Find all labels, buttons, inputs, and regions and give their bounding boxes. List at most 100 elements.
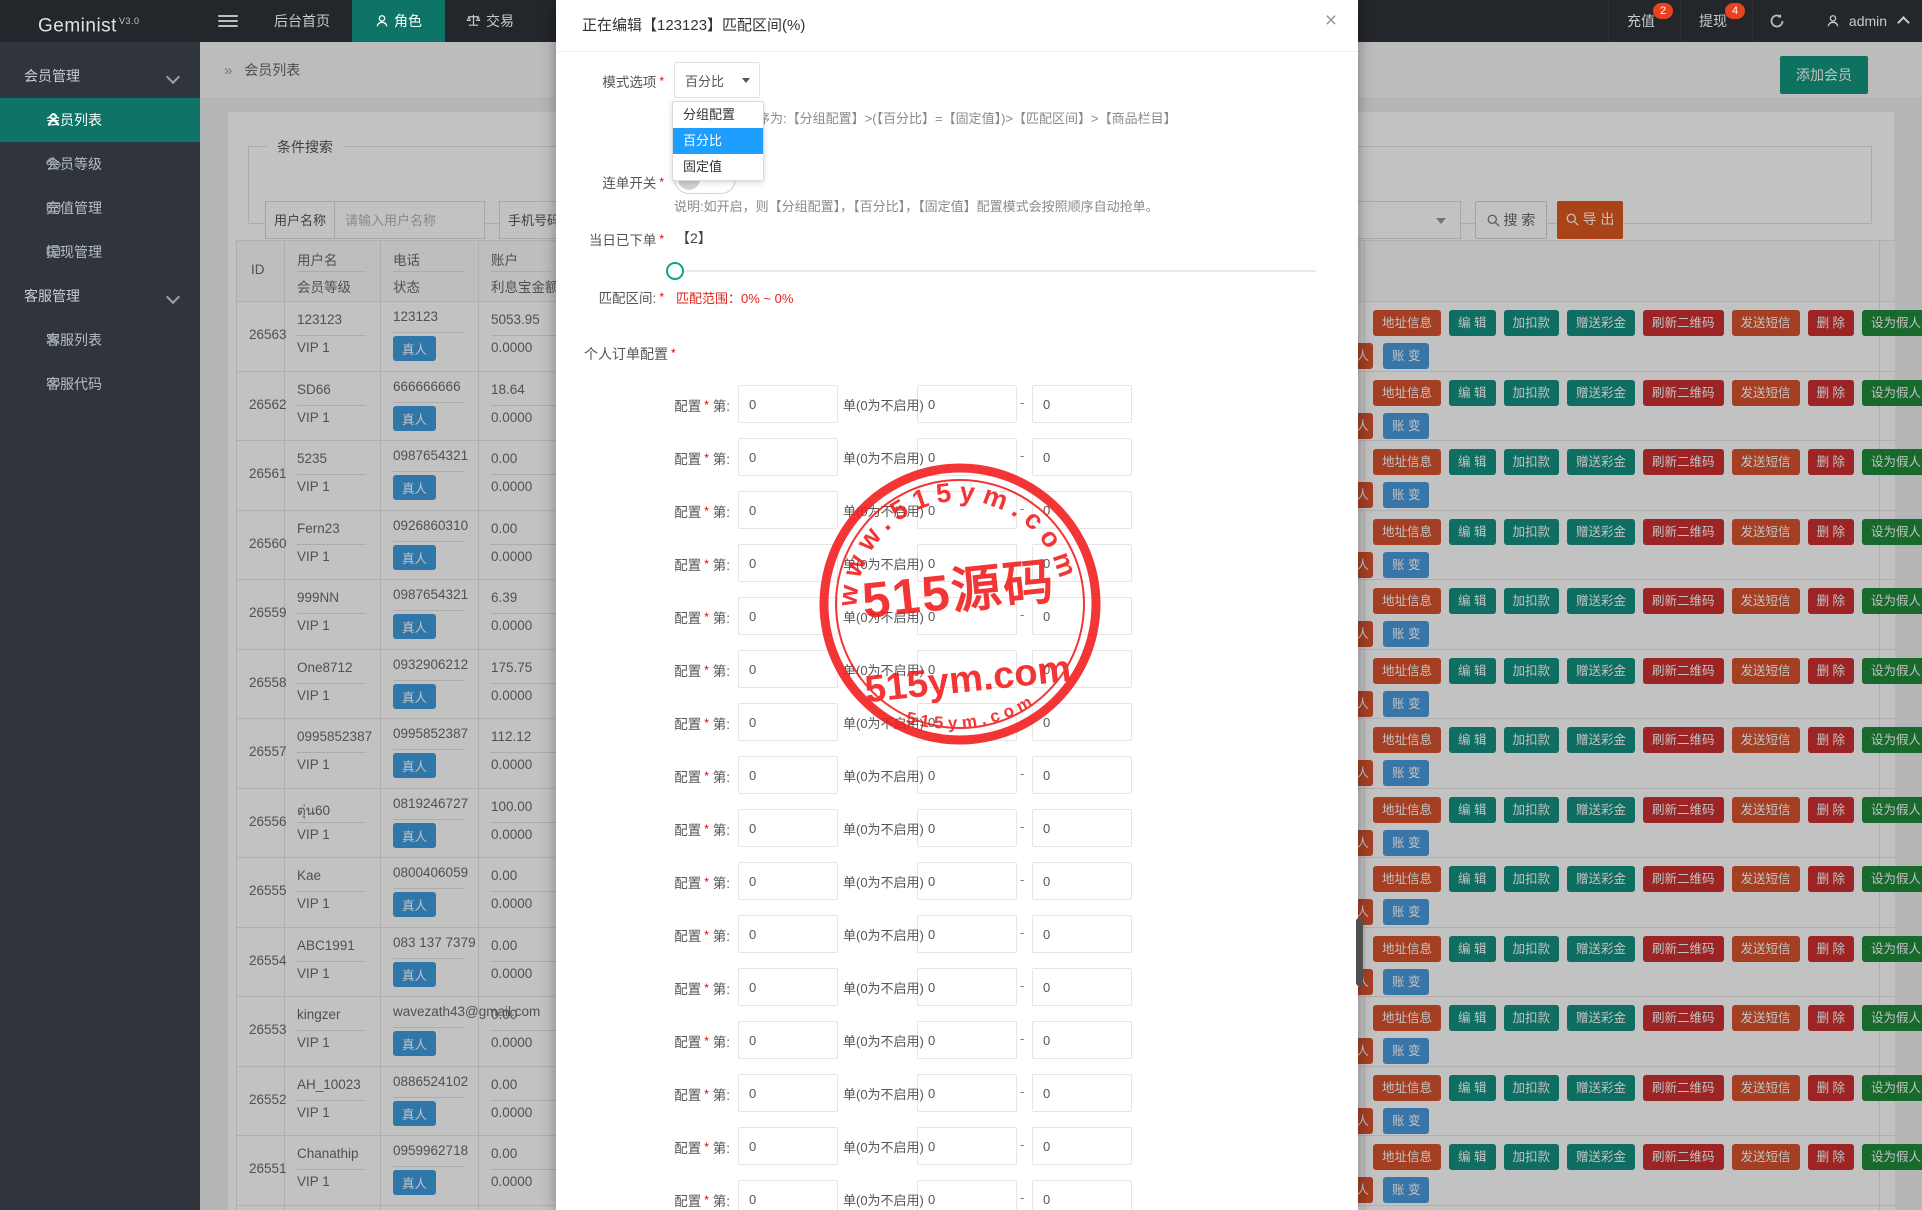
user-menu[interactable]: admin — [1812, 0, 1922, 42]
config-dash-label: - — [1020, 448, 1025, 463]
config-row: 配置* 第: 单(0为不启用) - — [556, 756, 1358, 809]
config-input-2[interactable] — [917, 809, 1017, 847]
config-dash-label: - — [1020, 925, 1025, 940]
chevron-up-icon — [1897, 16, 1910, 29]
config-input-2[interactable] — [917, 597, 1017, 635]
nav-tab-2[interactable]: 角色 — [352, 0, 445, 42]
config-input-3[interactable] — [1032, 1074, 1132, 1112]
config-input-2[interactable] — [917, 1180, 1017, 1210]
sidebar-group-1[interactable]: 会员管理 — [0, 54, 200, 98]
refresh-button[interactable] — [1752, 0, 1801, 42]
chevron-down-icon — [165, 289, 181, 305]
config-input-1[interactable] — [738, 915, 838, 953]
config-input-3[interactable] — [1032, 438, 1132, 476]
sidebar-item-1-2[interactable]: 会员等级 — [0, 142, 200, 186]
config-input-2[interactable] — [917, 491, 1017, 529]
config-row-label: 配置 * 第: — [674, 1193, 730, 1209]
mode-label: 模式选项 * — [602, 74, 664, 90]
config-dash-label: - — [1020, 713, 1025, 728]
config-input-3[interactable] — [1032, 1180, 1132, 1210]
sidebar-item-1-3[interactable]: 充值管理 — [0, 186, 200, 230]
config-row-label: 配置 * 第: — [674, 822, 730, 838]
config-input-2[interactable] — [917, 1127, 1017, 1165]
match-range-slider-handle[interactable] — [666, 262, 684, 280]
dropdown-option-3[interactable]: 固定值 — [673, 154, 763, 180]
config-input-3[interactable] — [1032, 1021, 1132, 1059]
withdraw-menu[interactable]: 提现 4 — [1680, 0, 1745, 42]
sidebar-item-1-1[interactable]: 会员列表 — [0, 98, 200, 142]
config-input-3[interactable] — [1032, 1127, 1132, 1165]
config-input-1[interactable] — [738, 491, 838, 529]
config-row-label: 配置 * 第: — [674, 1034, 730, 1050]
config-input-3[interactable] — [1032, 809, 1132, 847]
config-row: 配置* 第: 单(0为不启用) - — [556, 915, 1358, 968]
config-input-2[interactable] — [917, 1021, 1017, 1059]
config-input-1[interactable] — [738, 438, 838, 476]
sidebar-item-2-1[interactable]: 客服列表 — [0, 318, 200, 362]
config-input-2[interactable] — [917, 915, 1017, 953]
config-input-2[interactable] — [917, 544, 1017, 582]
modal-title: 正在编辑【123123】匹配区间(%) — [582, 17, 806, 34]
close-icon[interactable]: × — [1318, 8, 1344, 34]
config-input-3[interactable] — [1032, 491, 1132, 529]
config-unit-label: 单(0为不启用) — [843, 822, 924, 837]
config-input-2[interactable] — [917, 862, 1017, 900]
config-input-2[interactable] — [917, 703, 1017, 741]
config-input-1[interactable] — [738, 1074, 838, 1112]
recharge-menu[interactable]: 充值 2 — [1608, 0, 1673, 42]
config-input-3[interactable] — [1032, 703, 1132, 741]
config-input-2[interactable] — [917, 650, 1017, 688]
config-input-2[interactable] — [917, 1074, 1017, 1112]
scrollbar-thumb[interactable] — [1356, 918, 1363, 986]
sidebar-item-1-4[interactable]: 提现管理 — [0, 230, 200, 274]
config-input-1[interactable] — [738, 756, 838, 794]
config-dash-label: - — [1020, 660, 1025, 675]
match-range-slider-track[interactable] — [674, 270, 1316, 272]
scales-icon — [466, 13, 486, 29]
config-input-1[interactable] — [738, 385, 838, 423]
config-unit-label: 单(0为不启用) — [843, 1140, 924, 1155]
config-row-label: 配置 * 第: — [674, 928, 730, 944]
config-input-2[interactable] — [917, 968, 1017, 1006]
config-input-1[interactable] — [738, 1180, 838, 1210]
config-input-2[interactable] — [917, 438, 1017, 476]
config-input-2[interactable] — [917, 756, 1017, 794]
today-orders-label: 当日已下单 * — [588, 232, 664, 248]
personal-config-label: 个人订单配置 * — [584, 346, 676, 362]
sidebar-item-2-2[interactable]: 客服代码 — [0, 362, 200, 406]
nav-tab-1[interactable]: 后台首页 — [252, 0, 352, 42]
config-row: 配置* 第: 单(0为不启用) - — [556, 544, 1358, 597]
config-row-label: 配置 * 第: — [674, 981, 730, 997]
config-input-3[interactable] — [1032, 385, 1132, 423]
config-input-3[interactable] — [1032, 968, 1132, 1006]
config-input-3[interactable] — [1032, 756, 1132, 794]
config-dash-label: - — [1020, 978, 1025, 993]
config-input-2[interactable] — [917, 385, 1017, 423]
chain-help-text: 说明:如开启，则【分组配置】，【百分比】，【固定值】配置模式会按照顺序自动抢单。 — [674, 199, 1159, 214]
config-input-1[interactable] — [738, 968, 838, 1006]
config-input-3[interactable] — [1032, 650, 1132, 688]
config-input-1[interactable] — [738, 703, 838, 741]
hamburger-menu-icon[interactable] — [218, 12, 238, 30]
match-range-label: 匹配区间: * — [598, 290, 664, 306]
config-input-1[interactable] — [738, 650, 838, 688]
config-input-1[interactable] — [738, 1127, 838, 1165]
config-input-3[interactable] — [1032, 915, 1132, 953]
config-input-3[interactable] — [1032, 597, 1132, 635]
dropdown-option-1[interactable]: 分组配置 — [673, 102, 763, 128]
config-row-label: 配置 * 第: — [674, 504, 730, 520]
config-unit-label: 单(0为不启用) — [843, 981, 924, 996]
config-input-1[interactable] — [738, 809, 838, 847]
config-input-3[interactable] — [1032, 862, 1132, 900]
config-input-1[interactable] — [738, 544, 838, 582]
sidebar-group-2[interactable]: 客服管理 — [0, 274, 200, 318]
dropdown-option-2[interactable]: 百分比 — [673, 128, 763, 154]
config-unit-label: 单(0为不启用) — [843, 875, 924, 890]
config-input-1[interactable] — [738, 862, 838, 900]
config-row: 配置* 第: 单(0为不启用) - — [556, 650, 1358, 703]
mode-select[interactable]: 百分比 — [674, 62, 760, 98]
mode-dropdown-menu: 分组配置 百分比 固定值 — [672, 101, 764, 181]
config-input-3[interactable] — [1032, 544, 1132, 582]
config-input-1[interactable] — [738, 597, 838, 635]
config-input-1[interactable] — [738, 1021, 838, 1059]
